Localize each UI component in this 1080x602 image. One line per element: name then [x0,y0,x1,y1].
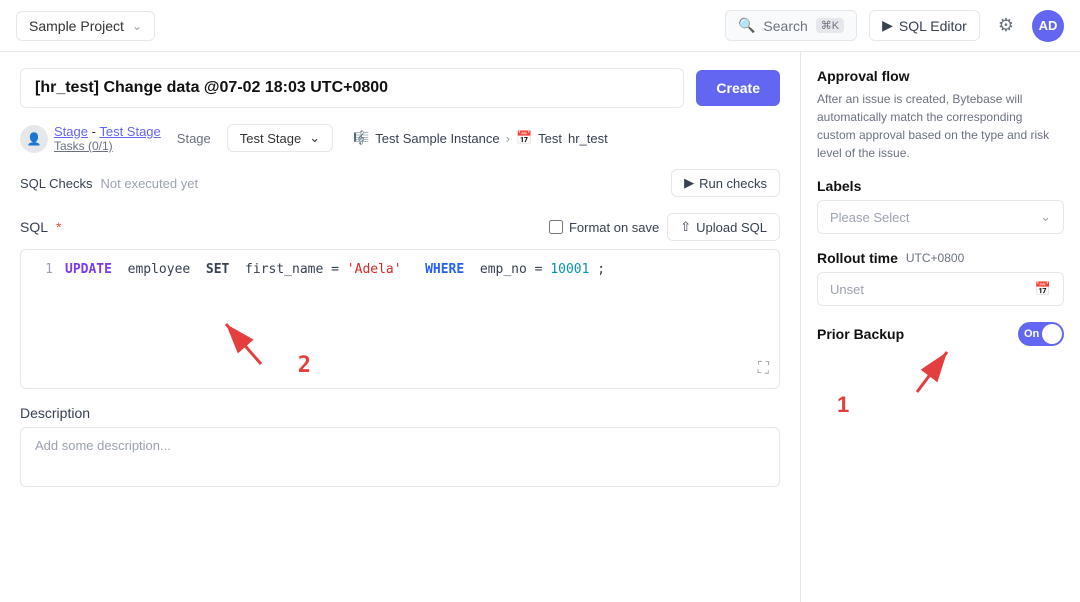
stage-links: Stage - Test Stage Tasks (0/1) [54,124,161,153]
sql-string-value: 'Adela' [347,262,402,277]
stage-avatar: 👤 [20,125,48,153]
sql-editor-icon: ▶ [882,17,893,34]
rollout-title: Rollout time [817,250,898,266]
search-icon: 🔍 [738,17,755,34]
stage-selector-row: Stage Test Stage ⌄ 🎼 Test Sample Instanc… [177,124,608,152]
upload-sql-button[interactable]: ⇧ Upload SQL [667,213,780,241]
toggle-track[interactable]: On [1018,322,1064,346]
run-checks-icon: ▶ [684,175,694,191]
sql-line: 1 UPDATE employee SET first_name = 'Adel… [33,262,767,277]
rollout-input[interactable]: Unset 📅 [817,272,1064,306]
toggle-label: On [1024,328,1039,340]
timezone-badge: UTC+0800 [906,251,964,265]
sql-condition: emp_no = [472,262,550,277]
path-separator: › [506,131,510,146]
sql-checks-status: Not executed yet [101,176,199,191]
sql-space [409,262,417,277]
labels-section: Labels Please Select ⌄ [817,178,1064,234]
chevron-down-icon: ⌄ [132,19,142,33]
labels-dropdown[interactable]: Please Select ⌄ [817,200,1064,234]
search-label: Search [763,18,807,34]
labels-placeholder: Please Select [830,210,910,225]
chevron-down-icon: ⌄ [309,130,320,146]
format-on-save-checkbox[interactable] [549,220,563,234]
rollout-header: Rollout time UTC+0800 [817,250,1064,266]
chevron-down-icon: ⌄ [1040,209,1051,225]
sql-code: UPDATE employee SET first_name = 'Adela'… [65,262,605,277]
sql-table: employee [120,262,198,277]
main-wrapper: Create 👤 Stage - Test Stage Tasks (0/1) … [0,52,1080,602]
description-section: Description Add some description... [20,405,780,487]
line-number: 1 [33,262,53,277]
db-path: 🎼 Test Sample Instance › 📅 Test hr_test [353,130,608,146]
approval-flow-section: Approval flow After an issue is created,… [817,68,1064,162]
right-panel: Approval flow After an issue is created,… [800,52,1080,602]
stage-info: 👤 Stage - Test Stage Tasks (0/1) [20,124,161,153]
sql-editor-button[interactable]: ▶ SQL Editor [869,10,980,41]
format-on-save[interactable]: Format on save [549,220,659,235]
run-checks-label: Run checks [699,176,767,191]
prior-backup-section: Prior Backup On [817,322,1064,346]
approval-flow-title: Approval flow [817,68,1064,84]
upload-icon: ⇧ [680,219,691,235]
sql-num-value: 10001 [550,262,589,277]
upload-sql-label: Upload SQL [696,220,767,235]
sql-section: SQL * Format on save ⇧ Upload SQL 1 [20,213,780,389]
db-instance: Test Sample Instance [375,131,499,146]
stage-name: Test Stage [240,131,301,146]
arrow-2-label: 2 [298,353,311,378]
rollout-section: Rollout time UTC+0800 Unset 📅 [817,250,1064,306]
format-on-save-label: Format on save [569,220,659,235]
arrow-1-container: 1 [817,362,1064,422]
db-type: Test [538,131,562,146]
rollout-placeholder: Unset [830,282,864,297]
arrow-2-annotation: 2 [221,294,301,378]
test-stage-link[interactable]: Test Stage [99,124,160,139]
db-type-icon: 📅 [516,130,532,146]
settings-button[interactable]: ⚙ [992,9,1020,42]
calendar-icon: 📅 [1035,281,1051,297]
project-name: Sample Project [29,18,124,34]
sql-editor-label: SQL Editor [899,18,967,34]
sql-semicolon: ; [597,262,605,277]
description-label: Description [20,405,780,421]
run-checks-button[interactable]: ▶ Run checks [671,169,780,197]
dash: - [92,124,96,139]
sql-editor[interactable]: 1 UPDATE employee SET first_name = 'Adel… [20,249,780,389]
search-shortcut: ⌘K [816,18,844,33]
sql-checks-label: SQL Checks [20,176,93,191]
kw-set: SET [206,262,229,277]
stage-row: 👤 Stage - Test Stage Tasks (0/1) Stage T… [20,124,780,153]
db-name: hr_test [568,131,608,146]
avatar: AD [1032,10,1064,42]
issue-title-bar: Create [20,68,780,108]
labels-title: Labels [817,178,1064,194]
stage-link[interactable]: Stage [54,124,88,139]
approval-flow-description: After an issue is created, Bytebase will… [817,90,1064,162]
left-panel: Create 👤 Stage - Test Stage Tasks (0/1) … [0,52,800,602]
description-input[interactable]: Add some description... [20,427,780,487]
toggle-thumb [1042,324,1062,344]
stage-label: Stage [177,131,211,146]
stage-dropdown[interactable]: Test Stage ⌄ [227,124,333,152]
top-nav: Sample Project ⌄ 🔍 Search ⌘K ▶ SQL Edito… [0,0,1080,52]
sql-header: SQL * Format on save ⇧ Upload SQL [20,213,780,241]
expand-icon[interactable]: ⛶ [758,358,769,378]
tasks-link[interactable]: Tasks (0/1) [54,139,161,153]
prior-backup-toggle[interactable]: On [1018,322,1064,346]
sql-label: SQL [20,219,48,235]
create-button[interactable]: Create [696,70,780,106]
project-selector[interactable]: Sample Project ⌄ [16,11,155,41]
sql-required: * [56,219,61,235]
sql-checks-row: SQL Checks Not executed yet ▶ Run checks [20,169,780,197]
arrow-1-label: 1 [837,392,849,418]
prior-backup-label: Prior Backup [817,326,904,342]
db-icon: 🎼 [353,130,369,146]
kw-where: WHERE [425,262,464,277]
sql-field: first_name = [237,262,347,277]
issue-title-input[interactable] [20,68,684,108]
search-box[interactable]: 🔍 Search ⌘K [725,10,857,41]
kw-update: UPDATE [65,262,112,277]
